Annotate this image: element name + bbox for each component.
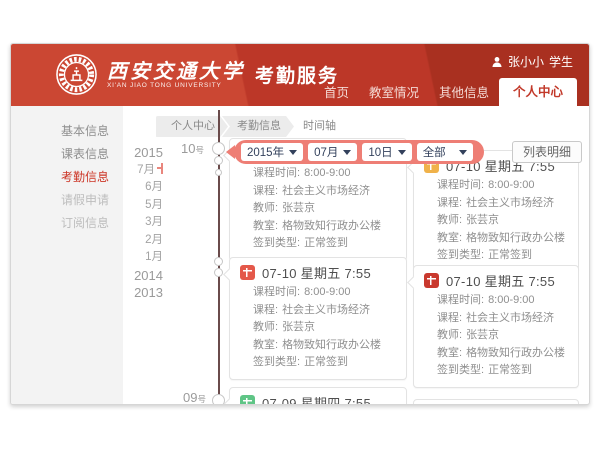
year-select[interactable]: 2015年 [241,143,303,161]
main-nav: 首页 教室情况 其他信息 个人中心 [314,78,577,106]
list-detail-button[interactable]: 列表明细 [512,141,582,163]
attendance-card[interactable]: 07-10 星期五 7:55 课程时间:8:00-9:00 课程:社会主义市场经… [413,150,579,273]
period-may[interactable]: 5月 [107,197,163,215]
current-month-marker-icon [157,163,163,174]
period-2014[interactable]: 2014 [107,267,163,285]
day-select[interactable]: 10日 [362,143,411,161]
timeline-node [214,268,223,277]
period-february[interactable]: 2月 [107,232,163,250]
checkin-stamp-icon [240,265,255,280]
timeline-node [215,169,222,176]
breadcrumb: 个人中心 考勤信息 时间轴 [156,116,349,137]
day-label-09: 09号 [183,390,206,405]
university-name-en: XI'AN JIAO TONG UNIVERSITY [107,82,245,90]
chevron-down-icon [289,150,297,159]
period-2015[interactable]: 2015 [107,144,163,162]
user-icon [491,56,503,68]
chevron-down-icon [459,150,467,159]
checkin-stamp-icon [240,395,255,406]
university-logo-icon [55,53,98,96]
card-date: 07-10 星期五 7:55 [446,271,555,290]
nav-item-home[interactable]: 首页 [314,83,359,103]
timeline-node [212,142,225,155]
attendance-card[interactable]: 07-10 星期五 7:55 课程时间:8:00-9:00 课程:社会主义市场经… [229,257,407,380]
nav-item-classrooms[interactable]: 教室情况 [359,83,429,103]
type-select[interactable]: 全部 [417,143,473,161]
card-date: 07-10 星期五 7:55 [262,263,371,282]
timeline-node [214,257,223,266]
user-role: 学生 [549,53,573,70]
month-select[interactable]: 07月 [308,143,357,161]
user-name: 张小小 [508,53,544,70]
attendance-card[interactable] [413,399,579,405]
user-info[interactable]: 张小小 学生 [491,53,573,70]
sidebar-item-basic-info[interactable]: 基本信息 [11,120,123,143]
period-march[interactable]: 3月 [107,214,163,232]
checkin-stamp-icon [424,273,439,288]
university-name: 西安交通大学 XI'AN JIAO TONG UNIVERSITY [107,60,245,90]
university-name-cn: 西安交通大学 [107,60,245,82]
nav-item-personal-center[interactable]: 个人中心 [499,78,577,106]
attendance-card[interactable]: 07-09 星期四 7:55 [229,387,407,405]
timeline-period-list: 2015 7月 6月 5月 3月 2月 1月 2014 2013 [107,144,163,302]
brand: 西安交通大学 XI'AN JIAO TONG UNIVERSITY 考勤服务 [55,53,339,96]
date-filter-bar: 2015年 07月 10日 全部 [234,140,484,164]
period-2013[interactable]: 2013 [107,284,163,302]
nav-item-other-info[interactable]: 其他信息 [429,83,499,103]
timeline-node [214,156,223,165]
app-header: 西安交通大学 XI'AN JIAO TONG UNIVERSITY 考勤服务 张… [11,44,589,106]
day-label-10: 10号 [181,141,204,156]
chevron-down-icon [343,150,351,159]
chevron-down-icon [398,150,406,159]
breadcrumb-attendance[interactable]: 考勤信息 [222,116,294,137]
period-july-current[interactable]: 7月 [107,162,163,180]
card-date: 07-09 星期四 7:55 [262,393,371,406]
app-window: 西安交通大学 XI'AN JIAO TONG UNIVERSITY 考勤服务 张… [10,43,590,405]
period-january[interactable]: 1月 [107,249,163,267]
period-june[interactable]: 6月 [107,179,163,197]
attendance-card[interactable]: 07-10 星期五 7:55 课程时间:8:00-9:00 课程:社会主义市场经… [413,265,579,388]
breadcrumb-timeline[interactable]: 时间轴 [288,116,349,137]
